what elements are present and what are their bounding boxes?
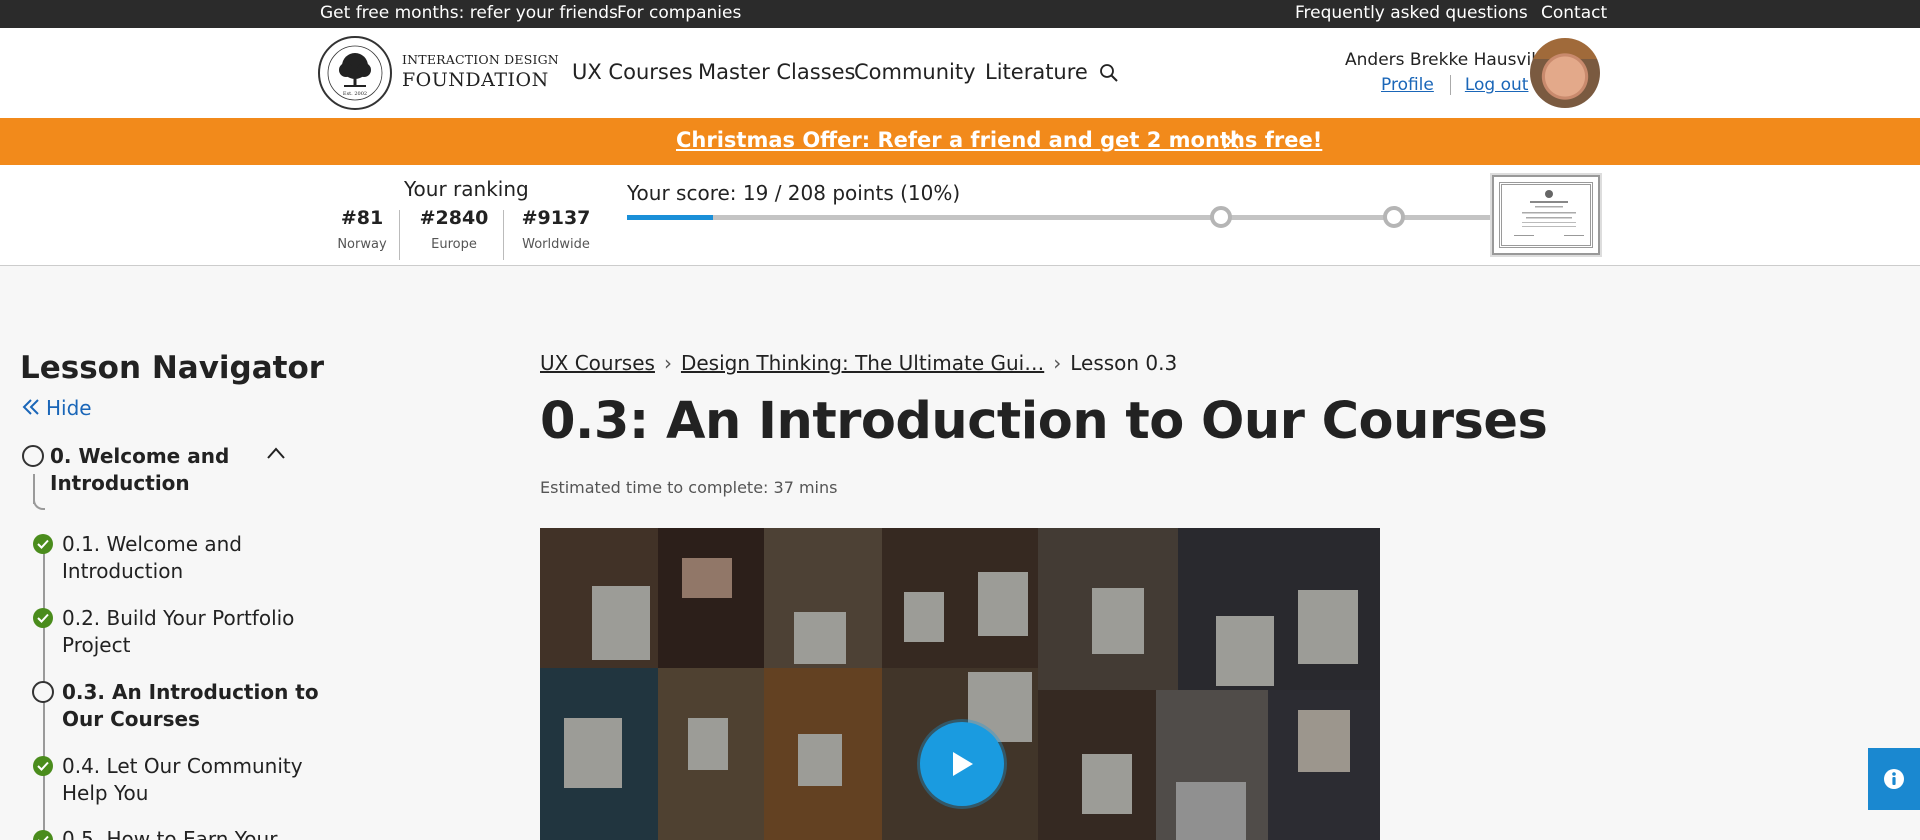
video-player[interactable] xyxy=(540,528,1380,840)
complete-check-icon xyxy=(33,830,53,840)
nav-lesson-0-3[interactable]: 0.3. An Introduction to Our Courses xyxy=(62,679,319,733)
rank-number: #2840 xyxy=(419,207,489,229)
rank-europe[interactable]: #2840 Europe xyxy=(415,207,493,252)
user-name: Anders Brekke Hausvik xyxy=(1345,50,1542,70)
lesson-line-2: Help You xyxy=(62,781,149,805)
double-chevron-left-icon xyxy=(22,399,39,415)
breadcrumb-course[interactable]: Design Thinking: The Ultimate Gui… xyxy=(681,351,1044,375)
profile-link[interactable]: Profile xyxy=(1381,75,1434,95)
rank-number: #81 xyxy=(340,207,384,229)
breadcrumb: UX Courses › Design Thinking: The Ultimate… xyxy=(540,351,1177,375)
nav-literature[interactable]: Literature xyxy=(985,60,1088,84)
refer-friends-link[interactable]: Get free months: refer your friends xyxy=(320,3,618,23)
certificate-border xyxy=(1499,182,1593,248)
nav-lesson-0-5[interactable]: 0.5. How to Earn Your xyxy=(62,826,277,840)
lesson-line-1: 0.4. Let Our Community xyxy=(62,754,303,778)
nav-connector xyxy=(43,553,45,609)
play-icon xyxy=(953,752,973,776)
rank-norway[interactable]: #81 Norway xyxy=(336,207,388,252)
nav-lesson-0-1[interactable]: 0.1. Welcome and Introduction xyxy=(62,531,242,585)
top-utility-bar: Get free months: refer your friends For … xyxy=(0,0,1920,28)
lesson-line-1: 0.1. Welcome and xyxy=(62,532,242,556)
logo-est-text: Est. 2002 xyxy=(343,91,367,97)
ranking-title: Your ranking xyxy=(404,177,529,201)
score-progress-fill xyxy=(627,215,714,220)
rank-number: #9137 xyxy=(521,207,591,229)
rank-label: Worldwide xyxy=(522,237,590,252)
promo-banner: Christmas Offer: Refer a friend and get … xyxy=(0,118,1920,165)
for-companies-link[interactable]: For companies xyxy=(617,3,741,23)
chevron-up-icon[interactable] xyxy=(266,446,286,460)
certificate-thumbnail[interactable] xyxy=(1492,175,1600,255)
section-line-2: Introduction xyxy=(50,471,190,495)
faq-link[interactable]: Frequently asked questions xyxy=(1295,3,1528,23)
rank-divider xyxy=(399,210,400,260)
link-separator xyxy=(1449,75,1451,95)
play-button[interactable] xyxy=(920,722,1004,806)
logo-line-1: INTERACTION DESIGN xyxy=(402,52,559,67)
lesson-line-2: Introduction xyxy=(62,559,184,583)
score-bar: Your ranking #81 Norway #2840 Europe #91… xyxy=(0,165,1920,266)
chevron-right-icon: › xyxy=(663,351,672,375)
hide-navigator-button[interactable]: Hide xyxy=(22,396,92,420)
milestone-marker[interactable] xyxy=(1383,206,1405,228)
nav-ux-courses[interactable]: UX Courses xyxy=(572,60,693,84)
nav-connector-curve xyxy=(33,490,45,510)
current-lesson-status-icon xyxy=(32,681,54,703)
search-icon[interactable] xyxy=(1099,63,1119,83)
logout-link[interactable]: Log out xyxy=(1465,75,1529,95)
rank-worldwide[interactable]: #9137 Worldwide xyxy=(518,207,594,252)
lesson-line-1: 0.5. How to Earn Your xyxy=(62,827,278,840)
info-button[interactable] xyxy=(1868,748,1920,810)
complete-check-icon xyxy=(33,608,53,628)
nav-connector xyxy=(43,701,45,757)
site-header: Est. 2002 INTERACTION DESIGN FOUNDATION … xyxy=(0,28,1920,118)
nav-lesson-0-4[interactable]: 0.4. Let Our Community Help You xyxy=(62,753,303,807)
nav-connector xyxy=(43,627,45,683)
nav-lesson-0-2[interactable]: 0.2. Build Your Portfolio Project xyxy=(62,605,294,659)
chevron-right-icon: › xyxy=(1053,351,1062,375)
section-line-1: 0. Welcome and xyxy=(50,444,230,468)
milestone-marker[interactable] xyxy=(1210,206,1232,228)
score-progress-track xyxy=(627,215,1491,220)
page-title: 0.3: An Introduction to Our Courses xyxy=(540,392,1548,451)
logo-wordmark[interactable]: INTERACTION DESIGN FOUNDATION xyxy=(402,52,559,91)
complete-check-icon xyxy=(33,534,53,554)
contact-link[interactable]: Contact xyxy=(1541,3,1607,23)
lesson-line-1: 0.2. Build Your Portfolio xyxy=(62,606,295,630)
lesson-line-2: Project xyxy=(62,633,131,657)
breadcrumb-current: Lesson 0.3 xyxy=(1070,351,1178,375)
lesson-navigator-title: Lesson Navigator xyxy=(20,350,325,386)
logo-line-2: FOUNDATION xyxy=(402,68,549,91)
nav-connector xyxy=(43,775,45,831)
rank-label: Europe xyxy=(431,237,477,252)
lesson-line-1: 0.3. An Introduction to xyxy=(62,680,319,704)
close-icon[interactable] xyxy=(1221,131,1241,151)
rank-divider xyxy=(503,210,504,260)
complete-check-icon xyxy=(33,756,53,776)
section-status-icon xyxy=(22,445,44,467)
user-links: Profile Log out xyxy=(1381,75,1528,95)
rank-label: Norway xyxy=(337,237,387,252)
logo-tree-icon[interactable]: Est. 2002 xyxy=(318,36,392,110)
estimated-time: Estimated time to complete: 37 mins xyxy=(540,478,838,497)
info-icon xyxy=(1884,769,1904,789)
lesson-line-2: Our Courses xyxy=(62,707,200,731)
nav-community[interactable]: Community xyxy=(854,60,976,84)
nav-section-title[interactable]: 0. Welcome and Introduction xyxy=(50,443,229,497)
hide-label: Hide xyxy=(46,396,92,420)
score-text: Your score: 19 / 208 points (10%) xyxy=(627,181,961,205)
breadcrumb-ux-courses[interactable]: UX Courses xyxy=(540,351,655,375)
nav-master-classes[interactable]: Master Classes xyxy=(698,60,856,84)
avatar[interactable] xyxy=(1530,38,1600,108)
